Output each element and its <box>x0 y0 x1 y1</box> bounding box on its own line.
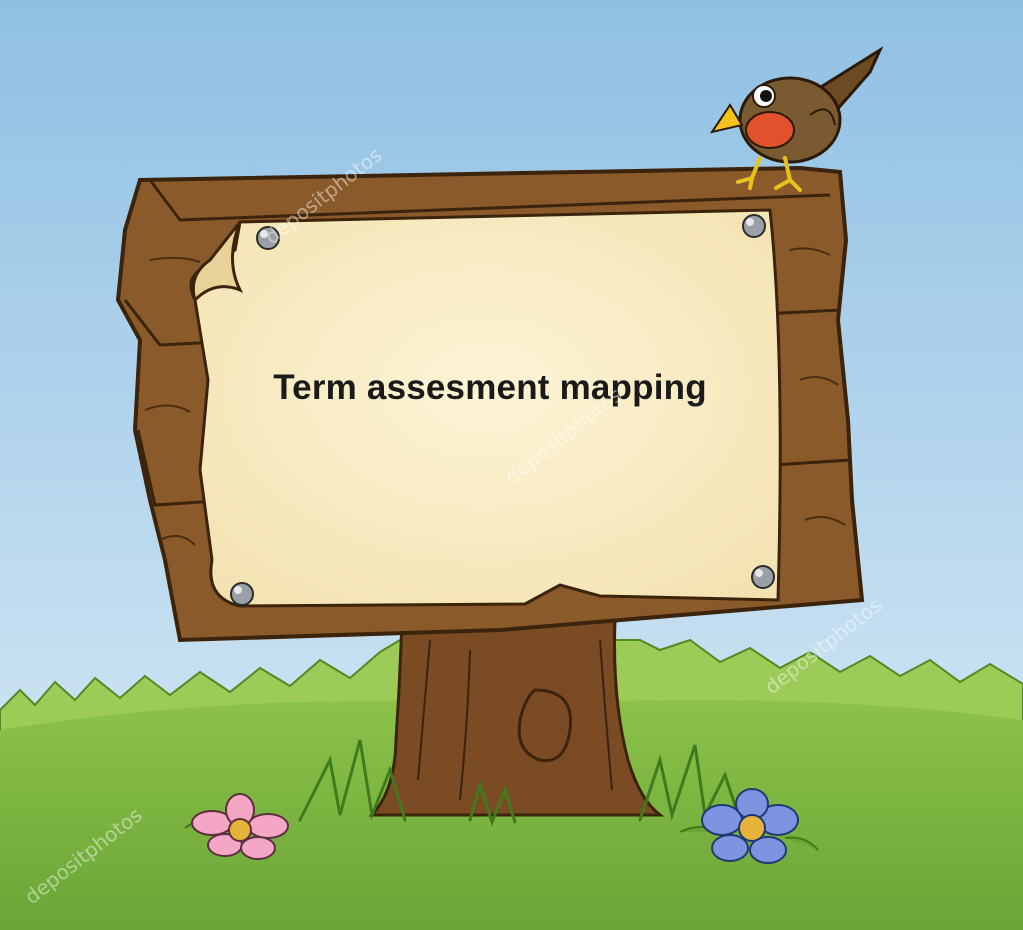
nail-icon <box>256 226 280 250</box>
paper-notice <box>189 208 782 608</box>
nail-icon <box>751 565 775 589</box>
nail-icon <box>742 214 766 238</box>
scene <box>0 0 1023 930</box>
sign-title: Term assesment mapping <box>273 368 707 407</box>
nail-icon <box>230 582 254 606</box>
